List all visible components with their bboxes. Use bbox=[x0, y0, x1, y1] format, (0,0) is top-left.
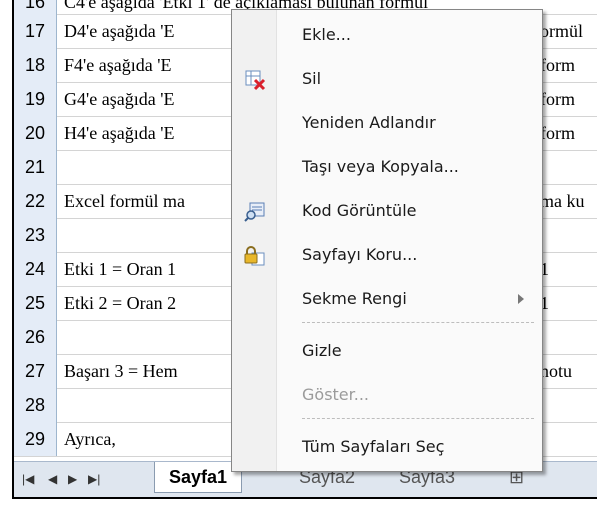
cell-text-right[interactable]: ormül bbox=[540, 14, 583, 48]
menu-item-sayfayı-koru[interactable]: Sayfayı Koru... bbox=[232, 236, 542, 274]
menu-item-label: Sekme Rengi bbox=[302, 289, 407, 308]
menu-item-sil[interactable]: Sil bbox=[232, 60, 542, 98]
cell-text[interactable]: Excel formül ma bbox=[64, 184, 185, 218]
cell-text[interactable]: F4'e aşağıda 'E bbox=[64, 48, 171, 82]
cell-text[interactable]: H4'e aşağıda 'E bbox=[64, 116, 174, 150]
menu-item-label: Sayfayı Koru... bbox=[302, 245, 418, 264]
last-sheet-icon[interactable]: ▶| bbox=[88, 472, 100, 486]
menu-item-sekme-rengi[interactable]: Sekme Rengi bbox=[232, 280, 542, 318]
row-number[interactable]: 18 bbox=[14, 48, 57, 82]
row-number[interactable]: 29 bbox=[14, 422, 57, 456]
row-number[interactable]: 23 bbox=[14, 218, 57, 252]
sheet-context-menu: Ekle... Sil Yeniden Adlandır Taşı veya Kopy… bbox=[231, 9, 543, 472]
menu-item-label: Tüm Sayfaları Seç bbox=[302, 437, 445, 456]
row-number[interactable]: 17 bbox=[14, 14, 57, 48]
cell-text-right[interactable]: form bbox=[540, 116, 575, 150]
row-number[interactable]: 19 bbox=[14, 82, 57, 116]
submenu-arrow-icon bbox=[518, 294, 524, 304]
row-number[interactable]: 21 bbox=[14, 150, 57, 184]
row-number[interactable]: 22 bbox=[14, 184, 57, 218]
row-number[interactable]: 24 bbox=[14, 252, 57, 286]
menu-item-göster[interactable]: Göster... bbox=[232, 376, 542, 414]
menu-item-label: Taşı veya Kopyala... bbox=[302, 157, 459, 176]
cell-text-right[interactable]: form bbox=[540, 82, 575, 116]
cell-text[interactable]: Başarı 3 = Hem bbox=[64, 354, 178, 388]
menu-item-kod-görüntüle[interactable]: Kod Görüntüle bbox=[232, 192, 542, 230]
row-number[interactable]: 26 bbox=[14, 320, 57, 354]
menu-separator bbox=[302, 418, 534, 419]
row-number[interactable]: 16 bbox=[14, 0, 57, 14]
row-number[interactable]: 27 bbox=[14, 354, 57, 388]
tab-sayfa1[interactable]: Sayfa1 bbox=[154, 462, 243, 493]
cell-text[interactable]: Ayrıca, bbox=[64, 422, 116, 456]
menu-item-label: Sil bbox=[302, 69, 322, 88]
cell-text[interactable]: Etki 1 = Oran 1 bbox=[64, 252, 176, 286]
cell-text-right[interactable]: notu bbox=[540, 354, 572, 388]
menu-item-yeniden-adlandır[interactable]: Yeniden Adlandır bbox=[232, 104, 542, 142]
menu-item-gizle[interactable]: Gizle bbox=[232, 332, 542, 370]
next-sheet-icon[interactable]: ▶ bbox=[68, 472, 77, 486]
menu-separator bbox=[302, 322, 534, 323]
row-number[interactable]: 20 bbox=[14, 116, 57, 150]
protect-sheet-icon bbox=[244, 245, 266, 267]
prev-sheet-icon[interactable]: ◀ bbox=[48, 472, 57, 486]
menu-item-taşı-veya-kopyala[interactable]: Taşı veya Kopyala... bbox=[232, 148, 542, 186]
menu-item-label: Göster... bbox=[302, 385, 370, 404]
menu-item-label: Kod Görüntüle bbox=[302, 201, 417, 220]
first-sheet-icon[interactable]: |◀ bbox=[22, 472, 34, 486]
menu-item-label: Ekle... bbox=[302, 25, 351, 44]
delete-sheet-icon bbox=[244, 69, 266, 91]
view-code-icon bbox=[244, 201, 266, 223]
cell-text[interactable]: Etki 2 = Oran 2 bbox=[64, 286, 176, 320]
row-number[interactable]: 28 bbox=[14, 388, 57, 422]
cell-text-right[interactable]: form bbox=[540, 48, 575, 82]
menu-item-tüm-sayfaları-seç[interactable]: Tüm Sayfaları Seç bbox=[232, 428, 542, 466]
menu-item-ekle[interactable]: Ekle... bbox=[232, 16, 542, 54]
menu-item-label: Gizle bbox=[302, 341, 342, 360]
cell-text[interactable]: G4'e aşağıda 'E bbox=[64, 82, 174, 116]
row-number[interactable]: 25 bbox=[14, 286, 57, 320]
cell-text[interactable]: D4'e aşağıda 'E bbox=[64, 14, 174, 48]
cell-text-right[interactable]: ma ku bbox=[540, 184, 585, 218]
menu-item-label: Yeniden Adlandır bbox=[302, 113, 436, 132]
